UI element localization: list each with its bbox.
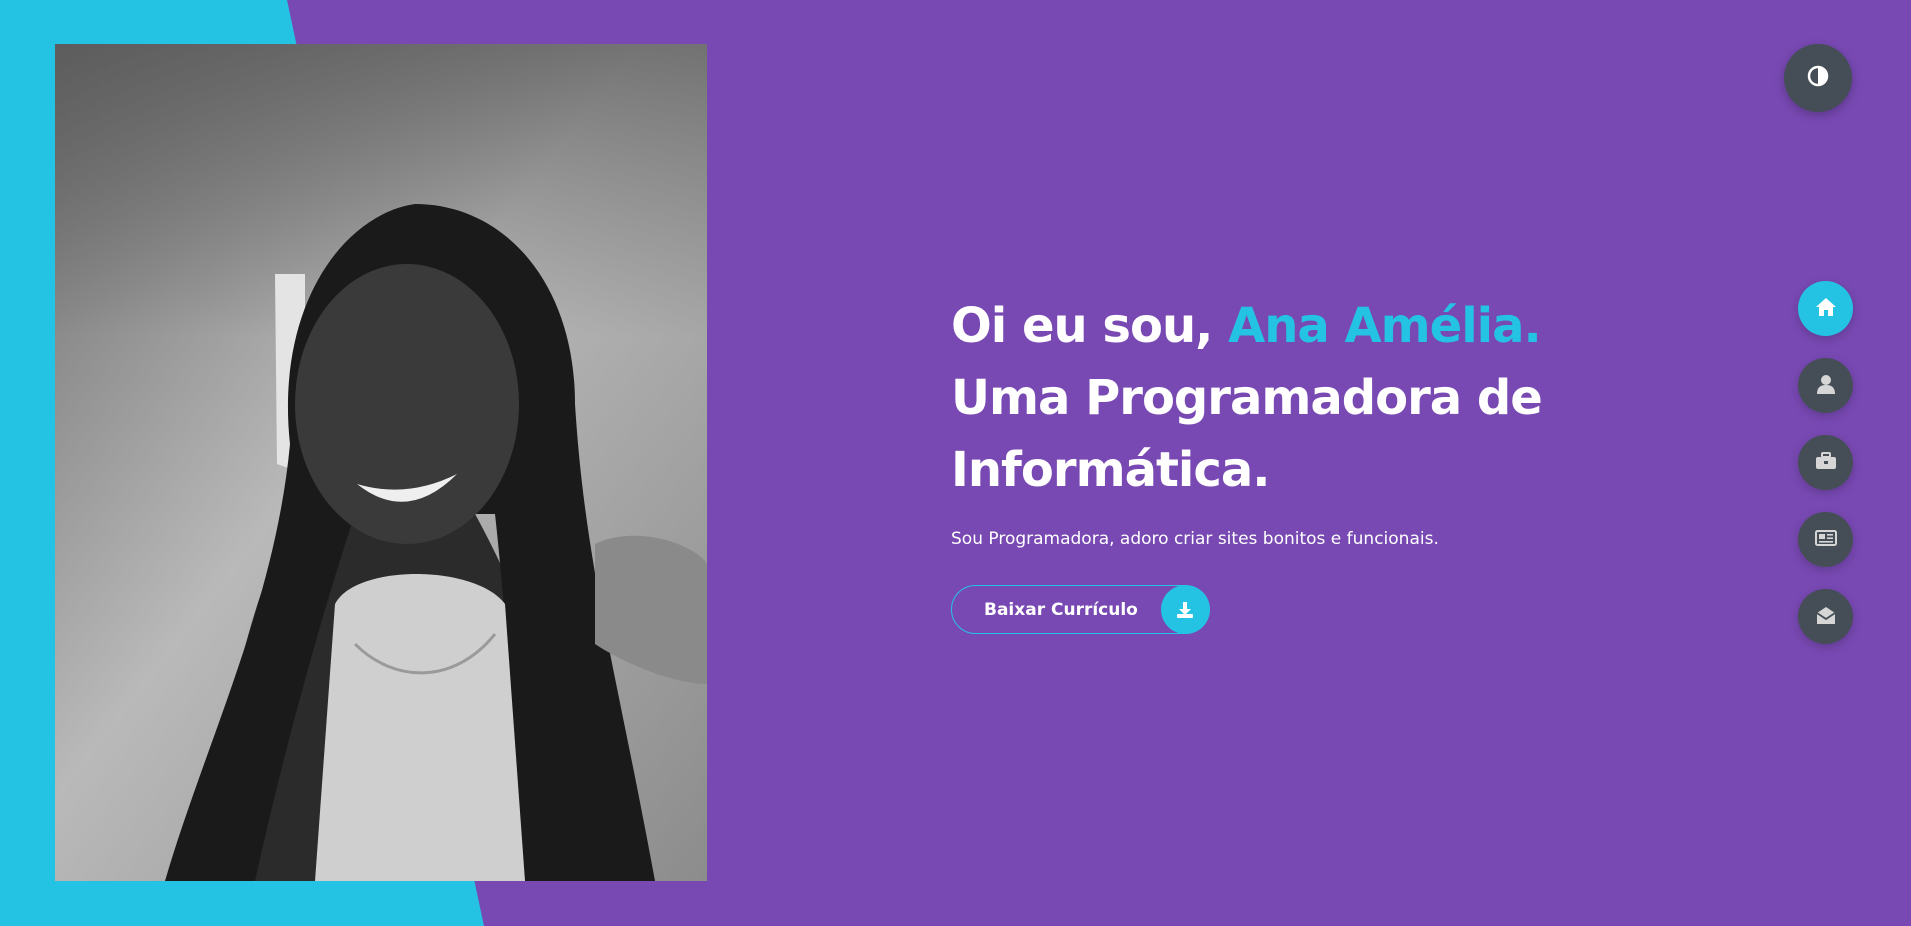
profile-photo-illustration (55, 44, 707, 881)
side-navigation (1798, 281, 1853, 666)
hero-greeting: Oi eu sou, (951, 298, 1229, 354)
newspaper-icon (1814, 529, 1837, 550)
hero-description: Sou Programadora, adoro criar sites boni… (951, 529, 1439, 549)
theme-toggle-button[interactable] (1784, 44, 1852, 112)
nav-item-contact[interactable] (1798, 589, 1853, 644)
profile-photo (55, 44, 707, 881)
briefcase-icon (1815, 451, 1837, 474)
nav-item-home[interactable] (1798, 281, 1853, 336)
download-icon (1160, 585, 1210, 634)
hero-role-line-1: Uma Programadora de (951, 370, 1543, 426)
contrast-icon (1807, 65, 1829, 91)
nav-item-about[interactable] (1798, 358, 1853, 413)
hero-heading: Oi eu sou, Ana Amélia. Uma Programadora d… (951, 290, 1571, 506)
nav-item-portfolio[interactable] (1798, 435, 1853, 490)
download-cv-button[interactable]: Baixar Currículo (951, 585, 1210, 634)
user-icon (1816, 374, 1835, 398)
envelope-open-icon (1816, 605, 1836, 629)
home-section: Oi eu sou, Ana Amélia. Uma Programadora d… (0, 0, 1911, 926)
home-icon (1815, 297, 1837, 321)
download-cv-label: Baixar Currículo (984, 599, 1138, 620)
hero-role-line-2: Informática. (951, 442, 1270, 498)
hero-name: Ana Amélia. (1228, 298, 1542, 354)
nav-item-blog[interactable] (1798, 512, 1853, 567)
hero-intro: Oi eu sou, Ana Amélia. Uma Programadora d… (951, 290, 1571, 551)
